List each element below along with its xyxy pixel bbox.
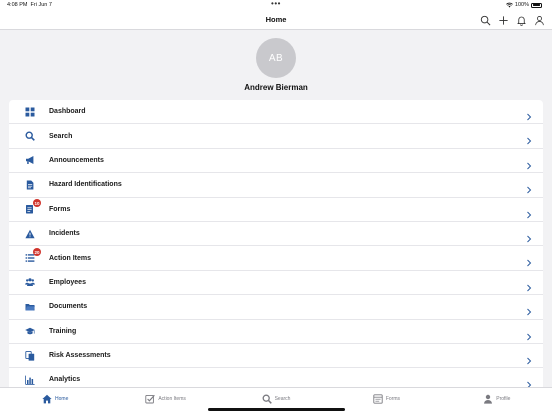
chevron-right-icon: [525, 303, 533, 316]
chevron-right-icon: [525, 328, 533, 340]
chevron-right-icon: [525, 376, 533, 387]
tab-label: Forms: [385, 395, 400, 402]
profile-name: Andrew Bierman: [244, 83, 308, 92]
tab-action-items[interactable]: Action Items: [110, 388, 220, 414]
tab-home[interactable]: Home: [0, 388, 110, 414]
profile-header: AB Andrew Bierman: [0, 30, 552, 100]
tab-label: Search: [274, 395, 291, 402]
avatar[interactable]: AB: [256, 38, 296, 78]
copy-documents-icon: [23, 349, 37, 363]
wifi-icon: [506, 2, 513, 8]
menu-item-label: Forms: [49, 205, 71, 213]
menu-item-risk-assessments[interactable]: Risk Assessments: [9, 344, 543, 369]
menu-item-label: Search: [49, 132, 73, 140]
chevron-right-icon: [525, 230, 533, 243]
menu-item-label: Analytics: [49, 376, 81, 384]
search-icon[interactable]: [479, 14, 491, 26]
chevron-right-icon: [525, 254, 533, 267]
search-icon: [23, 129, 37, 143]
warning-icon: [23, 227, 37, 241]
menu-item-label: Action Items: [49, 254, 92, 262]
menu-item-label: Dashboard: [49, 108, 86, 116]
nav-actions: [479, 14, 545, 26]
tab-forms[interactable]: Forms: [331, 388, 441, 414]
form-icon: 10: [23, 199, 41, 216]
home-icon: [42, 394, 52, 403]
chevron-right-icon: [525, 157, 533, 170]
page-title: Home: [265, 15, 287, 24]
menu-item-employees[interactable]: Employees: [9, 271, 543, 296]
tab-profile[interactable]: Profile: [442, 388, 552, 414]
menu-list: Dashboard Search Announcements Hazard Id…: [9, 100, 543, 387]
people-icon: [23, 275, 37, 289]
menu-item-announcements[interactable]: Announcements: [9, 149, 543, 174]
chevron-right-icon: [525, 279, 533, 292]
chevron-right-icon: [525, 206, 533, 218]
folder-icon: [23, 300, 37, 314]
menu-item-forms[interactable]: 10 Forms: [9, 198, 543, 222]
status-right: 100%: [506, 2, 542, 8]
multitasking-dots[interactable]: •••: [0, 0, 552, 8]
menu-item-incidents[interactable]: Incidents: [9, 222, 543, 247]
tab-label: Action Items: [158, 395, 186, 402]
status-bar: 4:08 PM Fri Jun 7 ••• 100%: [0, 0, 552, 11]
menu-item-label: Documents: [49, 303, 88, 311]
chevron-right-icon: [525, 132, 533, 145]
menu-item-label: Employees: [49, 278, 86, 286]
battery-icon: [531, 2, 542, 8]
tab-label: Home: [55, 395, 69, 402]
menu-item-label: Risk Assessments: [49, 352, 111, 360]
chevron-right-icon: [525, 108, 533, 121]
person-icon: [484, 394, 493, 404]
megaphone-icon: [23, 153, 37, 167]
menu-item-action-items[interactable]: 20 Action Items: [9, 246, 543, 271]
battery-percent: 100%: [514, 2, 529, 8]
checkbox-icon: [145, 394, 156, 403]
forms-icon: [373, 393, 383, 404]
menu-item-label: Incidents: [49, 230, 80, 238]
badge-count: 20: [33, 248, 41, 257]
grid-icon: [23, 105, 37, 119]
home-indicator[interactable]: [208, 408, 345, 411]
chevron-right-icon: [525, 352, 533, 365]
tab-label: Profile: [496, 395, 511, 402]
badge-count: 10: [33, 199, 41, 208]
menu-item-analytics[interactable]: Analytics: [9, 368, 543, 387]
document-icon: [23, 178, 37, 192]
list-icon: 20: [23, 248, 41, 265]
menu-item-hazard-identifications[interactable]: Hazard Identifications: [9, 173, 543, 198]
navigation-bar: Home: [0, 11, 552, 30]
graduation-cap-icon: [23, 324, 37, 338]
menu-item-label: Hazard Identifications: [49, 181, 122, 189]
menu-item-label: Announcements: [49, 156, 104, 164]
bell-icon[interactable]: [515, 14, 527, 26]
menu-item-training[interactable]: Training: [9, 320, 543, 344]
menu-item-search[interactable]: Search: [9, 124, 543, 149]
search-icon: [262, 394, 272, 404]
plus-icon[interactable]: [497, 14, 509, 26]
menu-item-documents[interactable]: Documents: [9, 295, 543, 320]
menu-item-dashboard[interactable]: Dashboard: [9, 100, 543, 125]
chevron-right-icon: [525, 181, 533, 194]
bar-chart-icon: [23, 373, 37, 387]
menu-item-label: Training: [49, 327, 77, 335]
person-icon[interactable]: [533, 14, 545, 26]
